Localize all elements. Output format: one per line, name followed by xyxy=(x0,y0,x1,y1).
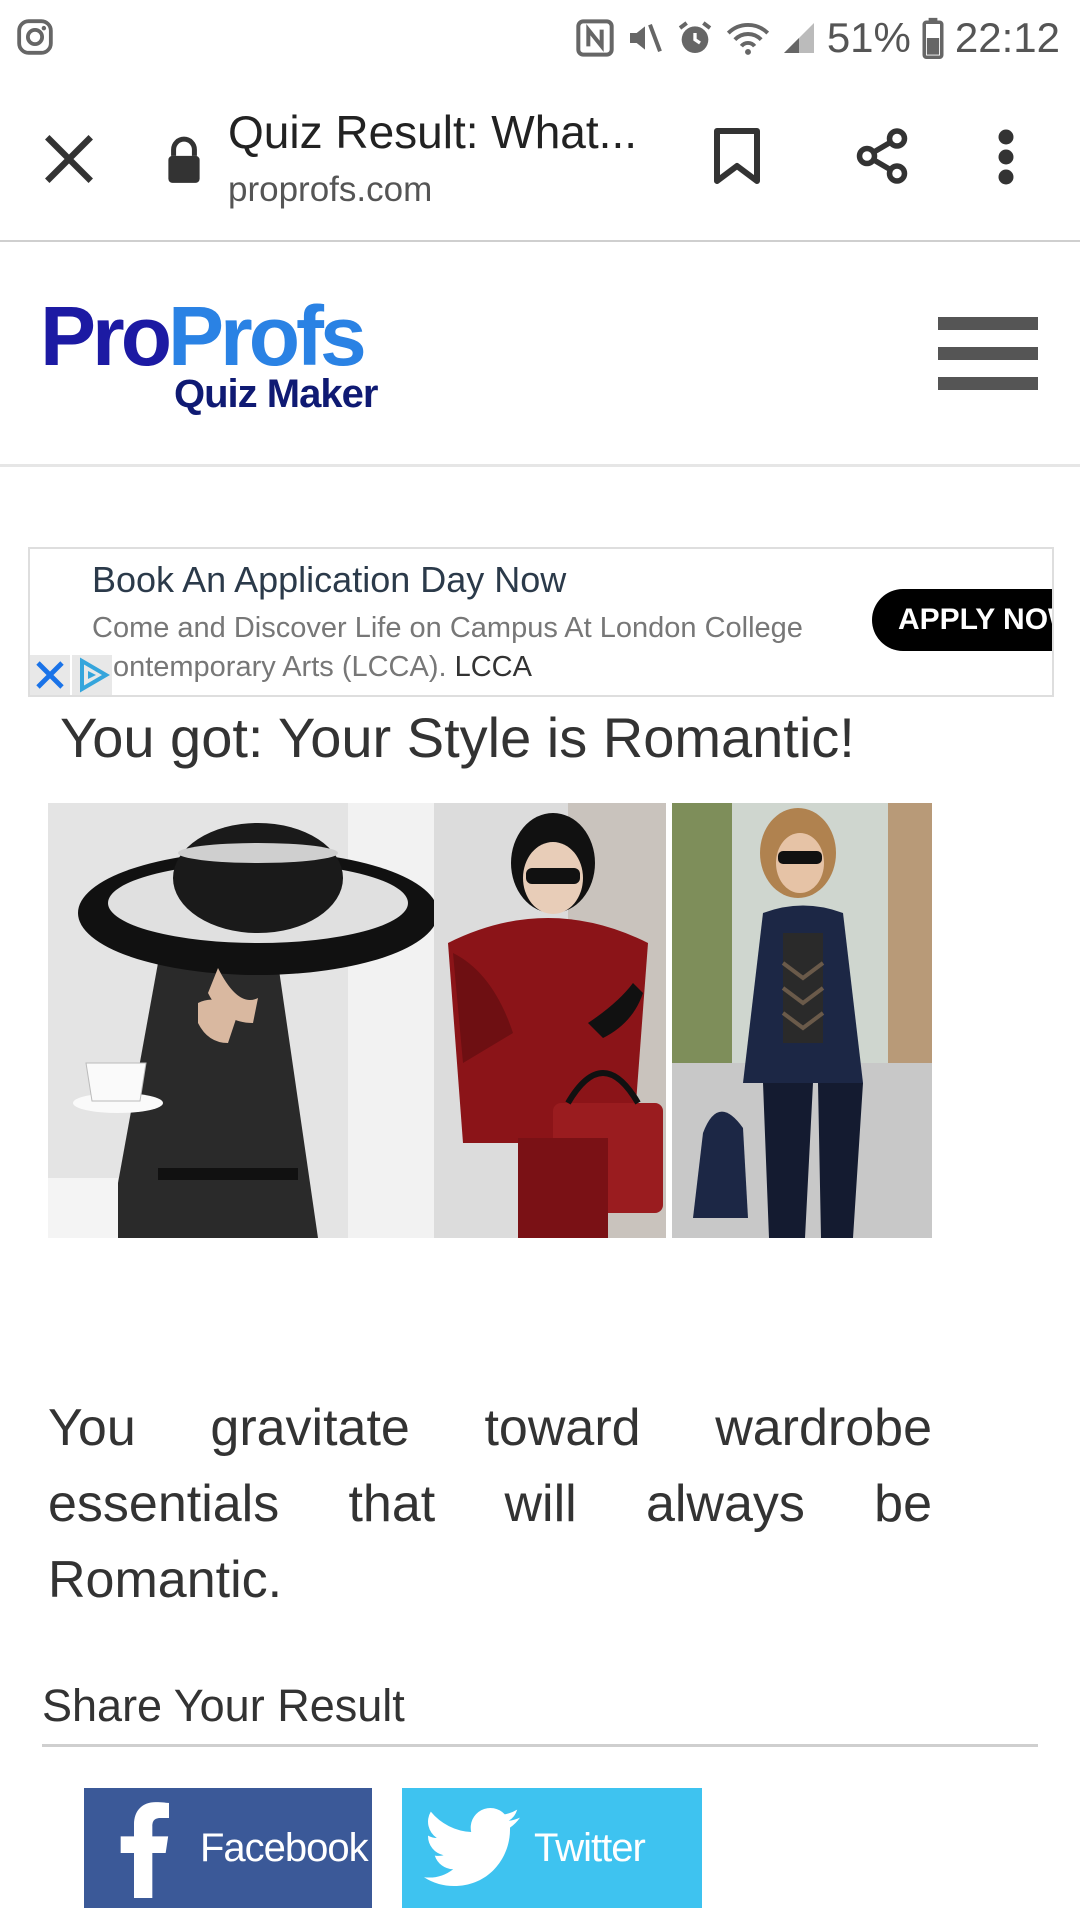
result-image xyxy=(48,803,932,1238)
ad-apply-button[interactable]: APPLY NOW xyxy=(872,589,1052,651)
twitter-label: Twitter xyxy=(534,1825,646,1870)
status-bar: 51% 22:12 xyxy=(0,0,1080,75)
twitter-share-button[interactable]: Twitter xyxy=(402,1788,702,1908)
status-indicators: 51% 22:12 xyxy=(575,12,1060,64)
bookmark-icon[interactable] xyxy=(712,125,762,187)
ad-close-icon[interactable] xyxy=(30,655,70,695)
nfc-icon xyxy=(576,19,614,57)
site-header: ProProfs Quiz Maker xyxy=(0,242,1080,467)
ad-title[interactable]: Book An Application Day Now xyxy=(92,559,566,601)
logo-pro-text: Pro xyxy=(40,289,172,383)
adchoices-icon[interactable] xyxy=(72,655,112,695)
mute-icon xyxy=(629,23,662,53)
wifi-icon xyxy=(726,22,769,55)
instagram-icon xyxy=(17,19,53,55)
logo-profs-text: Profs xyxy=(168,289,367,383)
facebook-label: Facebook xyxy=(200,1825,369,1870)
battery-percent: 51% xyxy=(826,14,911,61)
close-icon[interactable] xyxy=(40,130,98,188)
ad-body: Come and Discover Life on Campus At Lond… xyxy=(92,609,852,687)
twitter-icon xyxy=(424,1807,520,1886)
clock: 22:12 xyxy=(954,14,1060,61)
facebook-icon xyxy=(120,1802,169,1898)
share-icon[interactable] xyxy=(852,123,912,189)
hamburger-menu-icon[interactable] xyxy=(938,317,1038,399)
lock-icon xyxy=(168,136,200,183)
battery-icon xyxy=(922,17,944,59)
ad-advertiser: LCCA xyxy=(454,651,532,683)
share-heading: Share Your Result xyxy=(42,1680,405,1731)
result-description: You gravitate toward wardrobe essentials… xyxy=(48,1399,932,1609)
page-title[interactable]: Quiz Result: What... xyxy=(228,105,637,159)
more-vert-icon[interactable] xyxy=(994,127,1018,187)
logo-subtitle: Quiz Maker xyxy=(174,372,378,416)
browser-toolbar: Quiz Result: What... proprofs.com xyxy=(0,75,1080,242)
alarm-icon xyxy=(678,21,712,53)
ad-body-text: Come and Discover Life on Campus At Lond… xyxy=(92,612,803,683)
page-domain[interactable]: proprofs.com xyxy=(228,170,432,210)
proprofs-logo[interactable]: ProProfs xyxy=(40,294,367,378)
signal-icon xyxy=(783,23,814,53)
result-title: You got: Your Style is Romantic! xyxy=(60,706,855,769)
facebook-share-button[interactable]: Facebook xyxy=(84,1788,372,1908)
ad-banner[interactable]: Book An Application Day Now Come and Dis… xyxy=(28,547,1054,697)
share-divider xyxy=(42,1744,1038,1747)
